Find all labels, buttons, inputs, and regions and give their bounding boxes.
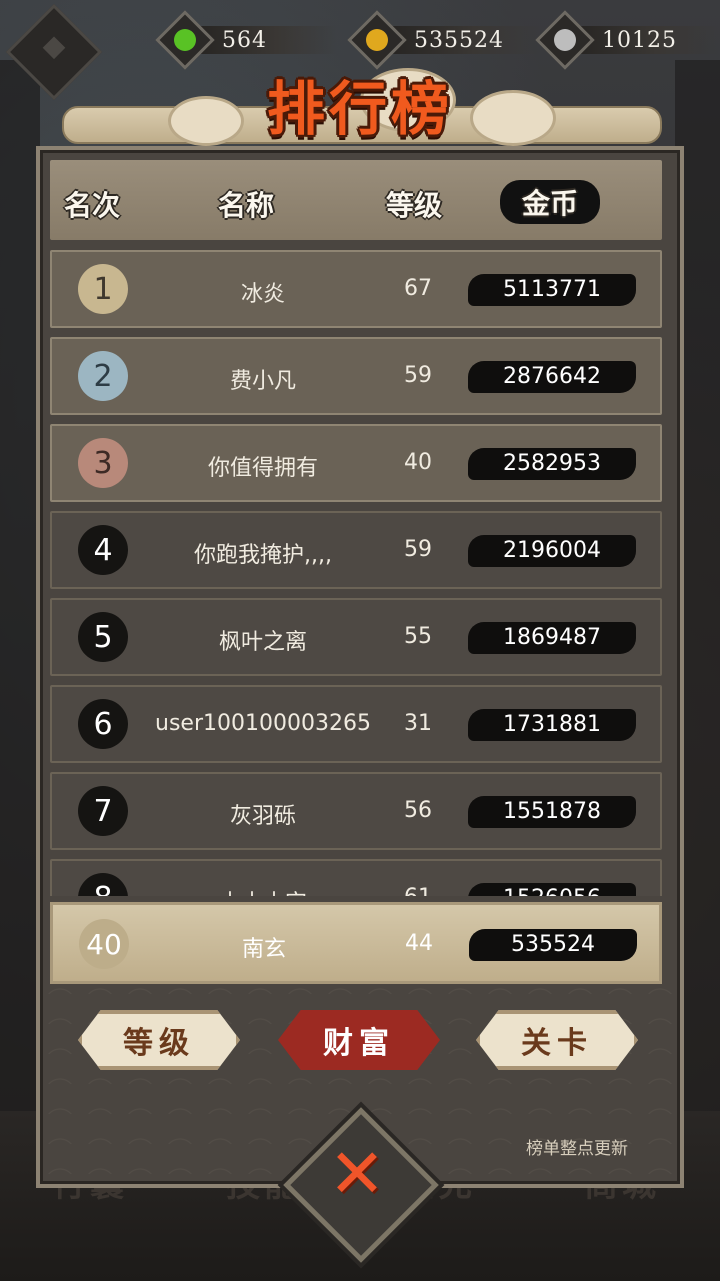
currency-silver: 10125: [535, 10, 718, 70]
player-gold: 2582953: [468, 448, 636, 480]
my-name: 南玄: [241, 937, 286, 962]
player-level: 56: [404, 798, 432, 823]
player-level: 67: [404, 276, 432, 301]
table-row[interactable]: 1 冰炎 67 5113771: [50, 250, 662, 328]
player-gold: 1869487: [468, 622, 636, 654]
rank-badge-gold: 1: [78, 264, 128, 314]
green-gem-icon: [155, 10, 215, 70]
table-row[interactable]: 6 user100100003265 31 1731881: [50, 685, 662, 763]
table-row[interactable]: 3 你值得拥有 40 2582953: [50, 424, 662, 502]
tab-wealth-button[interactable]: 财富: [278, 1010, 440, 1070]
player-gold: 1731881: [468, 709, 636, 741]
rank-badge-bronze: 3: [78, 438, 128, 488]
my-level: 44: [405, 931, 433, 956]
header-level: 等级: [386, 189, 443, 222]
table-row[interactable]: 2 费小凡 59 2876642: [50, 337, 662, 415]
player-name: 费小凡: [229, 369, 296, 394]
player-name: 你值得拥有: [207, 456, 318, 481]
player-level: 59: [404, 537, 432, 562]
player-name: 冰炎: [240, 282, 285, 307]
player-level: 31: [404, 711, 432, 736]
player-gold: 5113771: [468, 274, 636, 306]
ranking-list[interactable]: 1 冰炎 67 5113771 2 费小凡 59 2876642 3 你值得拥有…: [50, 250, 662, 896]
player-gold: 1526056: [468, 883, 636, 896]
tab-stage-button[interactable]: 关卡: [476, 1010, 638, 1070]
player-name: 灰羽砾: [229, 804, 296, 829]
table-row[interactable]: 7 灰羽砾 56 1551878: [50, 772, 662, 850]
player-name: 木木木宫: [148, 885, 378, 896]
player-level: 40: [404, 450, 432, 475]
table-row[interactable]: 4 你跑我掩护,,,, 59 2196004: [50, 511, 662, 589]
player-level: 59: [404, 363, 432, 388]
rank-badge-silver: 2: [78, 351, 128, 401]
gem-count: 564: [222, 27, 267, 53]
header-rank: 名次: [64, 189, 121, 222]
player-gold: 1551878: [468, 796, 636, 828]
table-row[interactable]: 8 木木木宫 61 1526056: [50, 859, 662, 896]
close-icon[interactable]: ✕: [322, 1140, 392, 1210]
player-level: 55: [404, 624, 432, 649]
background-left-edge: [0, 60, 40, 1160]
gold-coin-icon: [347, 10, 407, 70]
silver-count: 10125: [602, 27, 677, 53]
my-gold: 535524: [469, 929, 637, 961]
table-header: 名次 名称 等级 金币: [50, 160, 662, 240]
rank-badge: 7: [78, 786, 128, 836]
player-name: 枫叶之离: [218, 630, 307, 655]
currency-gold: 535524: [347, 10, 540, 70]
player-name: 你跑我掩护,,,,: [194, 543, 332, 568]
my-rank-badge: 40: [79, 919, 129, 969]
header-gold: 金币: [500, 180, 601, 224]
currency-gem: 564: [155, 10, 338, 70]
my-rank-row: 40 南玄 44 535524: [50, 902, 662, 984]
table-row[interactable]: 5 枫叶之离 55 1869487: [50, 598, 662, 676]
player-name: user100100003265: [155, 711, 371, 736]
gold-count: 535524: [414, 27, 504, 53]
silver-coin-icon: [535, 10, 595, 70]
player-gold: 2196004: [468, 535, 636, 567]
rank-badge: 6: [78, 699, 128, 749]
rank-badge: 8: [78, 873, 128, 896]
player-level: 61: [388, 885, 448, 896]
header-name: 名称: [218, 189, 275, 222]
page-title: 排行榜: [266, 75, 453, 143]
rank-badge: 4: [78, 525, 128, 575]
tab-level-button[interactable]: 等级: [78, 1010, 240, 1070]
rank-badge: 5: [78, 612, 128, 662]
update-note: 榜单整点更新: [526, 1139, 628, 1159]
player-gold: 2876642: [468, 361, 636, 393]
